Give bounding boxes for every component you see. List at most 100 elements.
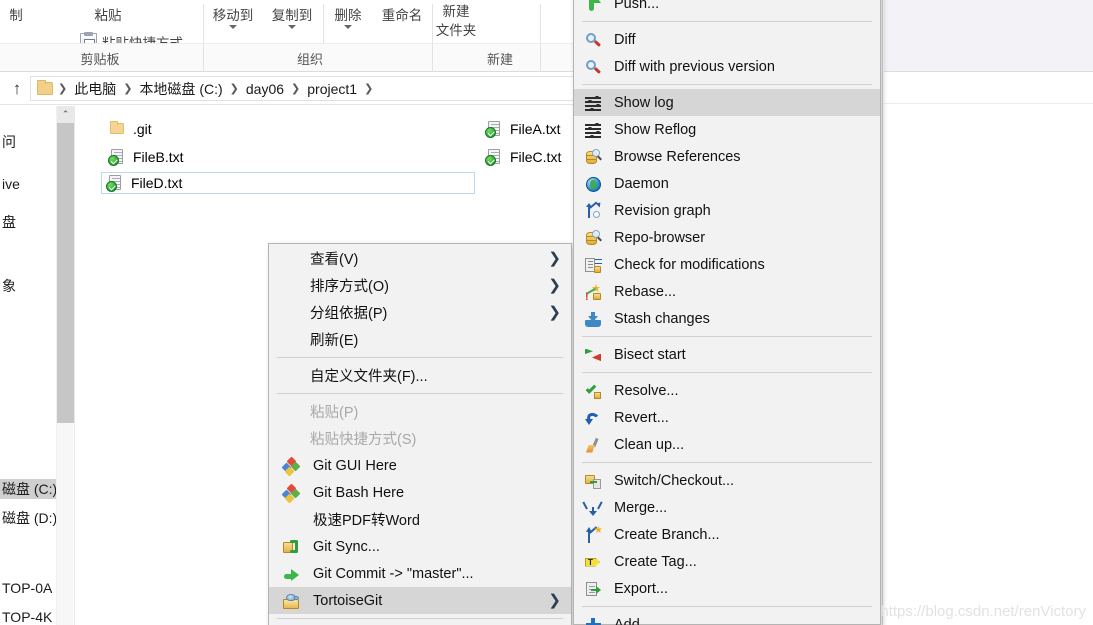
tortoisegit-item-check-for-modifications[interactable]: Check for modifications [574, 251, 880, 278]
tortoisegit-item-rebase-label: Rebase... [614, 283, 677, 300]
menu-separator [582, 372, 872, 373]
breadcrumb-separator-icon: ❯ [364, 83, 374, 95]
breadcrumb-separator-icon: ❯ [58, 83, 68, 95]
nav-item-network-pc-1[interactable]: TOP-0A [0, 578, 56, 598]
tortoisegit-submenu[interactable]: Push... Diff Diff with previous version … [573, 0, 881, 625]
context-menu-item-tortoisegit[interactable]: TortoiseGit ❯ [269, 587, 571, 614]
export-icon [583, 579, 605, 599]
tortoisegit-item-create-branch-label: Create Branch... [614, 526, 720, 543]
tortoisegit-item-bisect-start[interactable]: Bisect start [574, 341, 880, 368]
tortoisegit-item-show-log-label: Show log [614, 94, 674, 111]
up-one-level-icon[interactable]: ↑ [8, 80, 26, 98]
bisect-icon [583, 345, 605, 365]
ribbon-button-new-folder-label-2: 文件夹 [435, 23, 477, 38]
context-menu-item-git-bash-here[interactable]: Git Bash Here [269, 479, 571, 506]
context-menu-item-customize-folder[interactable]: 自定义文件夹(F)... [269, 362, 571, 389]
list-item[interactable]: .git [103, 118, 159, 140]
tortoisegit-item-repo-browser[interactable]: Repo-browser [574, 224, 880, 251]
context-menu-item-pdf-to-word[interactable]: 极速PDF转Word [269, 506, 571, 533]
ribbon-button-paste[interactable]: 粘贴 [80, 8, 136, 24]
git-logo-icon [281, 456, 303, 476]
breadcrumb-item-project1[interactable]: project1 [303, 81, 361, 97]
list-item[interactable]: FileA.txt [480, 118, 568, 140]
tortoisegit-item-clean-up[interactable]: Clean up... [574, 431, 880, 458]
context-menu-item-refresh[interactable]: 刷新(E) [269, 326, 571, 353]
menu-separator [582, 84, 872, 85]
git-normal-overlay-icon [108, 155, 119, 166]
browse-references-icon [583, 147, 605, 167]
git-normal-overlay-icon [485, 155, 496, 166]
context-menu-item-paste-shortcut-label: 粘贴快捷方式(S) [310, 432, 417, 448]
ribbon-button-move-to[interactable]: 移动到 [203, 8, 263, 29]
tortoisegit-item-merge[interactable]: Merge... [574, 494, 880, 521]
diff-icon [583, 57, 605, 77]
git-sync-icon [281, 537, 303, 557]
tortoisegit-item-diff-previous[interactable]: Diff with previous version [574, 53, 880, 80]
switch-checkout-icon [583, 471, 605, 491]
ribbon-button-copy-to[interactable]: 复制到 [262, 8, 322, 29]
tortoisegit-item-push[interactable]: Push... [574, 0, 880, 17]
tortoisegit-item-revert[interactable]: Revert... [574, 404, 880, 431]
ribbon-group-organize-label: 组织 [296, 52, 323, 67]
tortoisegit-item-switch-checkout[interactable]: Switch/Checkout... [574, 467, 880, 494]
context-menu-item-view[interactable]: 查看(V) ❯ [269, 245, 571, 272]
tortoisegit-item-create-branch[interactable]: ★ Create Branch... [574, 521, 880, 548]
context-menu-item-git-commit[interactable]: Git Commit -> "master"... [269, 560, 571, 587]
tortoisegit-item-daemon[interactable]: Daemon [574, 170, 880, 197]
nav-item-onedrive[interactable]: ive [0, 174, 56, 194]
ribbon-button-delete[interactable]: 删除 [325, 8, 371, 29]
context-menu-item-git-gui-here[interactable]: Git GUI Here [269, 452, 571, 479]
list-item[interactable]: FileC.txt [480, 146, 568, 168]
tortoisegit-item-stash-changes[interactable]: Stash changes [574, 305, 880, 332]
nav-item-network-pc-2[interactable]: TOP-4K [0, 607, 56, 625]
tortoisegit-item-diff[interactable]: Diff [574, 26, 880, 53]
list-item-label: .git [133, 121, 152, 137]
breadcrumb-item-local-disk-c[interactable]: 本地磁盘 (C:) [135, 79, 226, 99]
scroll-up-icon[interactable]: ⌃ [57, 106, 74, 123]
breadcrumb-separator-icon: ❯ [291, 83, 301, 95]
breadcrumb-item-this-pc[interactable]: 此电脑 [70, 79, 120, 99]
chevron-right-icon: ❯ [548, 304, 561, 321]
scrollbar-thumb[interactable] [57, 123, 74, 423]
revision-graph-icon [583, 199, 605, 221]
context-menu-item-group-by[interactable]: 分组依据(P) ❯ [269, 299, 571, 326]
nav-item-quick-access[interactable]: 问 [0, 132, 56, 152]
context-menu-item-sort-by[interactable]: 排序方式(O) ❯ [269, 272, 571, 299]
ribbon-button-copy[interactable]: 制 [0, 8, 40, 24]
tortoisegit-item-show-reflog[interactable]: Show Reflog [574, 116, 880, 143]
tortoisegit-item-add[interactable]: Add... [574, 611, 880, 625]
context-menu-item-customize-folder-label: 自定义文件夹(F)... [310, 369, 428, 385]
tortoisegit-item-revision-graph-label: Revision graph [614, 202, 711, 219]
tortoisegit-item-revision-graph[interactable]: Revision graph [574, 197, 880, 224]
breadcrumb-item-day06[interactable]: day06 [242, 81, 288, 97]
list-item[interactable]: FileB.txt [103, 146, 191, 168]
nav-item-local-disk-c[interactable]: 磁盘 (C:) [0, 479, 56, 499]
menu-separator [582, 462, 872, 463]
tortoisegit-item-browse-references[interactable]: Browse References [574, 143, 880, 170]
context-menu-item-git-sync-label: Git Sync... [313, 538, 380, 555]
context-menu-item-paste: 粘贴(P) [269, 398, 571, 425]
tortoisegit-icon [281, 591, 303, 611]
list-item-label: FileA.txt [510, 121, 561, 137]
tortoisegit-item-rebase[interactable]: ★! Rebase... [574, 278, 880, 305]
nav-item-local-disk-d[interactable]: 磁盘 (D:) [0, 508, 56, 528]
nav-item-objects[interactable]: 象 [0, 276, 56, 296]
nav-item-disk[interactable]: 盘 [0, 212, 56, 232]
ribbon-button-rename[interactable]: 重命名 [372, 8, 432, 24]
log-icon [583, 93, 605, 113]
diff-icon [583, 30, 605, 50]
ribbon-button-rename-label: 重命名 [381, 8, 423, 23]
tortoisegit-item-create-tag[interactable]: T Create Tag... [574, 548, 880, 575]
context-menu-item-refresh-label: 刷新(E) [310, 333, 359, 349]
tortoisegit-item-export[interactable]: Export... [574, 575, 880, 602]
tortoisegit-item-resolve[interactable]: Resolve... [574, 377, 880, 404]
navigation-pane-scrollbar[interactable]: ⌃ [56, 106, 74, 625]
tortoisegit-item-show-log[interactable]: Show log [574, 89, 880, 116]
ribbon-button-new-folder[interactable]: 新建 文件夹 [428, 2, 484, 40]
list-item[interactable]: FileD.txt [101, 172, 475, 194]
ribbon-button-delete-label: 删除 [334, 8, 362, 23]
explorer-context-menu[interactable]: 查看(V) ❯ 排序方式(O) ❯ 分组依据(P) ❯ 刷新(E) 自定义文件夹… [268, 243, 572, 625]
menu-separator [277, 357, 563, 358]
tortoisegit-item-show-reflog-label: Show Reflog [614, 121, 697, 138]
context-menu-item-git-sync[interactable]: Git Sync... [269, 533, 571, 560]
